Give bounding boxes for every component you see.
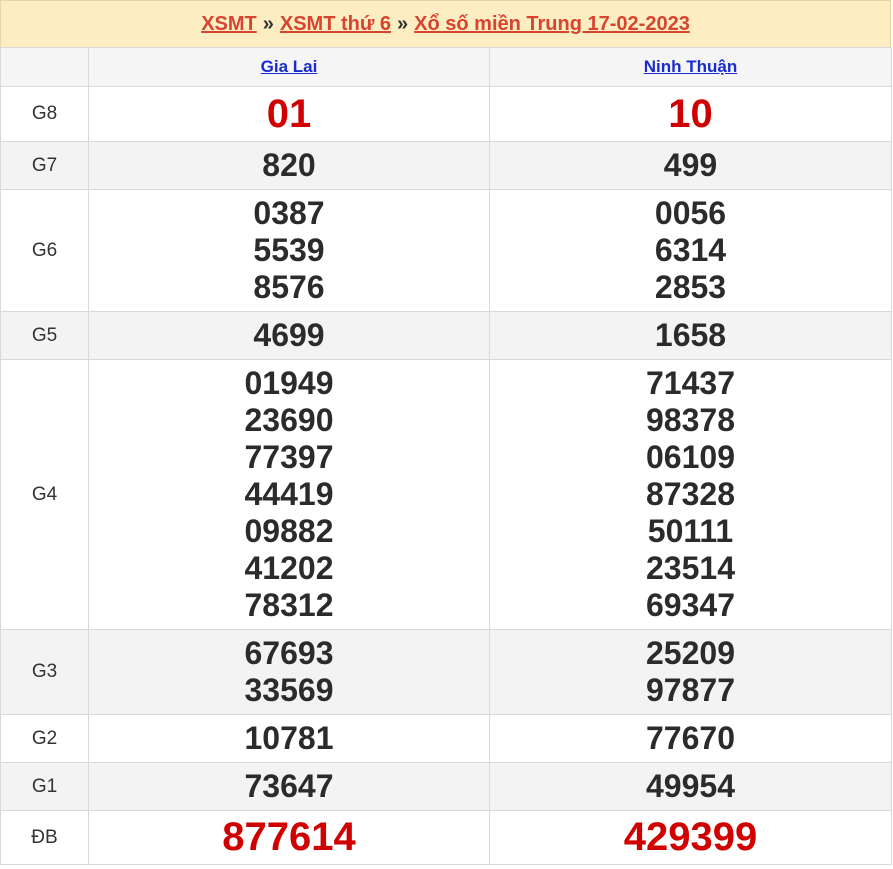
province-link-ninh-thuan[interactable]: Ninh Thuận xyxy=(644,57,737,76)
breadcrumb: XSMT » XSMT thứ 6 » Xổ số miền Trung 17-… xyxy=(0,0,891,47)
number: 0056 xyxy=(654,195,727,231)
breadcrumb-separator: » xyxy=(262,12,274,35)
prize-label: G1 xyxy=(0,762,89,811)
number: 77670 xyxy=(646,720,735,756)
number: 23690 xyxy=(244,402,334,438)
prize-label: G4 xyxy=(0,359,89,630)
prize-row-g3: G3 67693 33569 25209 97877 xyxy=(0,629,892,715)
number: 87328 xyxy=(646,476,735,512)
prize-row-g4: G4 01949 23690 77397 44419 09882 41202 7… xyxy=(0,359,892,630)
province-header-row: Gia Lai Ninh Thuận xyxy=(0,47,892,87)
prize-value: 01949 23690 77397 44419 09882 41202 7831… xyxy=(88,359,490,630)
number: 50111 xyxy=(647,513,734,549)
number: 429399 xyxy=(623,815,758,859)
number: 0387 xyxy=(253,195,325,231)
prize-value: 0056 6314 2853 xyxy=(489,189,892,312)
province-cell: Ninh Thuận xyxy=(489,47,892,87)
prize-row-g2: G2 10781 77670 xyxy=(0,714,892,763)
number: 33569 xyxy=(244,672,334,708)
prize-row-special: ĐB 877614 429399 xyxy=(0,810,892,865)
prize-value: 73647 xyxy=(88,762,490,811)
results-table: Gia Lai Ninh Thuận G8 01 10 G7 820 499 G… xyxy=(0,47,892,865)
prize-value: 71437 98378 06109 87328 50111 23514 6934… xyxy=(489,359,892,630)
prize-row-g7: G7 820 499 xyxy=(0,141,892,190)
prize-label: G2 xyxy=(0,714,89,763)
breadcrumb-xsmt-link[interactable]: XSMT xyxy=(201,13,257,36)
number: 41202 xyxy=(244,550,334,586)
number: 01949 xyxy=(244,365,334,401)
number: 01 xyxy=(266,91,312,136)
prize-label: G7 xyxy=(0,141,89,190)
breadcrumb-separator: » xyxy=(397,12,409,35)
number: 10781 xyxy=(244,720,334,756)
breadcrumb-xsmt-friday-link[interactable]: XSMT thứ 6 xyxy=(280,13,391,36)
prize-value: 67693 33569 xyxy=(88,629,490,715)
number: 25209 xyxy=(646,635,735,671)
special-prize-value: 429399 xyxy=(489,810,892,865)
number: 6314 xyxy=(654,232,727,268)
prize-row-g8: G8 01 10 xyxy=(0,86,892,142)
number: 71437 xyxy=(646,365,735,401)
prize-row-g6: G6 0387 5539 8576 0056 6314 2853 xyxy=(0,189,892,312)
number: 820 xyxy=(262,147,316,183)
prize-value: 25209 97877 xyxy=(489,629,892,715)
province-cell: Gia Lai xyxy=(88,47,490,87)
prize-value: 499 xyxy=(489,141,892,190)
number: 23514 xyxy=(646,550,735,586)
number: 06109 xyxy=(646,439,735,475)
empty-header-cell xyxy=(0,47,89,87)
prize-value: 820 xyxy=(88,141,490,190)
number: 69347 xyxy=(646,587,735,623)
prize-value: 10781 xyxy=(88,714,490,763)
province-link-gia-lai[interactable]: Gia Lai xyxy=(261,57,318,76)
number: 78312 xyxy=(244,587,334,623)
prize-label: ĐB xyxy=(0,810,89,865)
prize-value: 49954 xyxy=(489,762,892,811)
prize-label: G6 xyxy=(0,189,89,312)
number: 1658 xyxy=(654,317,727,353)
number: 10 xyxy=(668,91,713,136)
prize-row-g1: G1 73647 49954 xyxy=(0,762,892,811)
prize-row-g5: G5 4699 1658 xyxy=(0,311,892,360)
number: 44419 xyxy=(244,476,334,512)
number: 877614 xyxy=(222,815,356,859)
number: 5539 xyxy=(253,232,325,268)
number: 8576 xyxy=(253,269,325,305)
number: 49954 xyxy=(646,768,735,804)
special-prize-value: 877614 xyxy=(88,810,490,865)
prize-value: 10 xyxy=(489,86,892,142)
number: 97877 xyxy=(646,672,735,708)
prize-value: 1658 xyxy=(489,311,892,360)
breadcrumb-date-link[interactable]: Xổ số miền Trung 17-02-2023 xyxy=(414,13,690,36)
prize-value: 77670 xyxy=(489,714,892,763)
number: 98378 xyxy=(646,402,735,438)
prize-label: G5 xyxy=(0,311,89,360)
number: 67693 xyxy=(244,635,334,671)
prize-value: 4699 xyxy=(88,311,490,360)
number: 73647 xyxy=(244,768,334,804)
prize-label: G8 xyxy=(0,86,89,142)
number: 77397 xyxy=(244,439,334,475)
prize-label: G3 xyxy=(0,629,89,715)
number: 4699 xyxy=(253,317,325,353)
prize-value: 01 xyxy=(88,86,490,142)
prize-value: 0387 5539 8576 xyxy=(88,189,490,312)
results-container: XSMT » XSMT thứ 6 » Xổ số miền Trung 17-… xyxy=(0,0,892,869)
number: 09882 xyxy=(244,513,334,549)
number: 2853 xyxy=(654,269,727,305)
number: 499 xyxy=(663,147,718,183)
